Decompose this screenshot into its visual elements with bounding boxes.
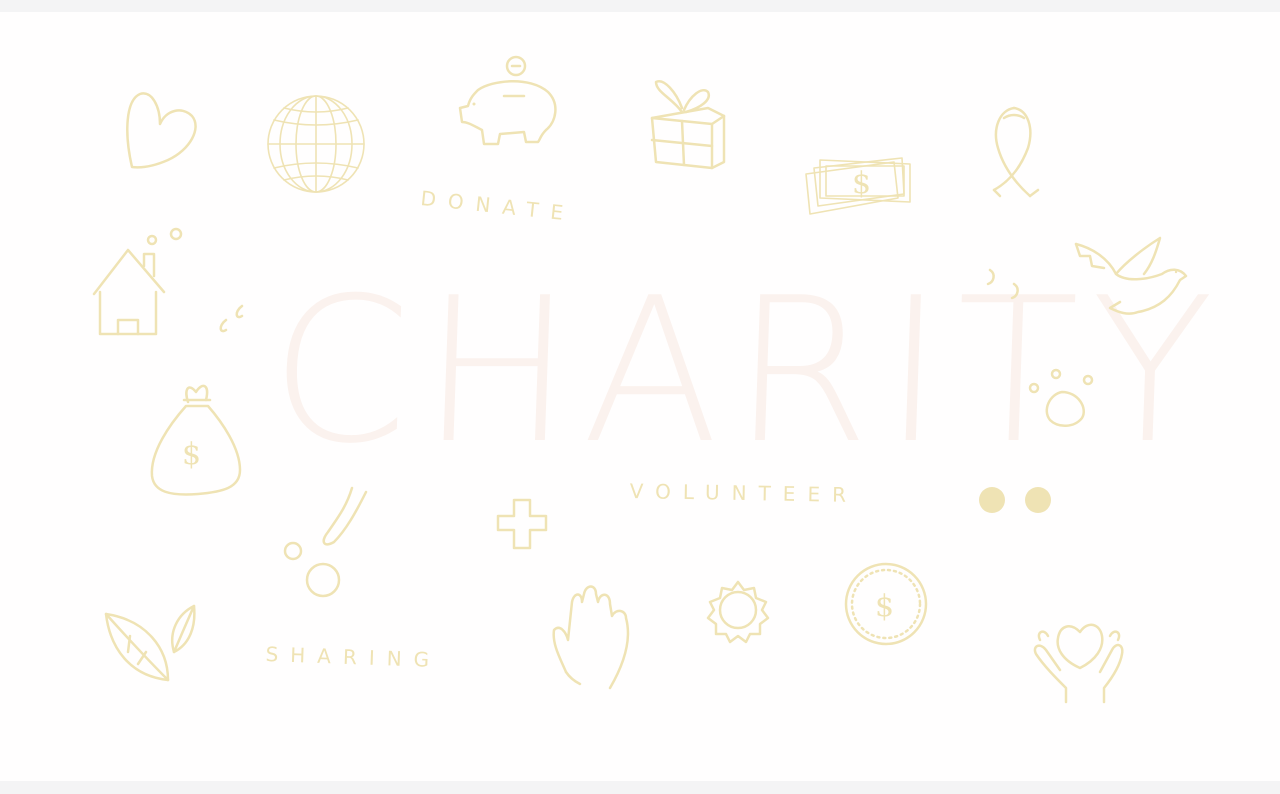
raised-hand-icon bbox=[552, 585, 630, 690]
volunteer-label: VOLUNTEER bbox=[629, 479, 859, 507]
piggy-bank-icon bbox=[458, 55, 557, 146]
doodle-layer: $ $ $ bbox=[92, 55, 1188, 704]
awareness-ribbon-icon bbox=[992, 106, 1040, 198]
sun-icon bbox=[706, 580, 770, 644]
dove-icon bbox=[1074, 236, 1188, 315]
money-bag-dollar-glyph: $ bbox=[182, 437, 201, 472]
coin-dollar-glyph: $ bbox=[875, 589, 894, 624]
heart-icon bbox=[126, 92, 197, 169]
squiggle-decoration bbox=[283, 486, 368, 598]
charity-illustration: CHARITY $ $ $ DONATE VOLUNTEER SHARING bbox=[0, 12, 1280, 781]
house-icon bbox=[92, 227, 183, 336]
leaves-icon bbox=[104, 604, 196, 682]
globe-icon bbox=[267, 95, 365, 193]
quote-left-icon bbox=[219, 304, 244, 333]
quote-right-icon bbox=[986, 268, 1019, 300]
paw-print-icon bbox=[1028, 368, 1094, 427]
gift-box-icon bbox=[650, 80, 726, 170]
dots-decoration bbox=[979, 487, 1051, 513]
hands-heart-icon bbox=[1033, 623, 1124, 704]
plus-icon bbox=[496, 498, 548, 550]
dollar-sign-glyph: $ bbox=[852, 166, 871, 201]
